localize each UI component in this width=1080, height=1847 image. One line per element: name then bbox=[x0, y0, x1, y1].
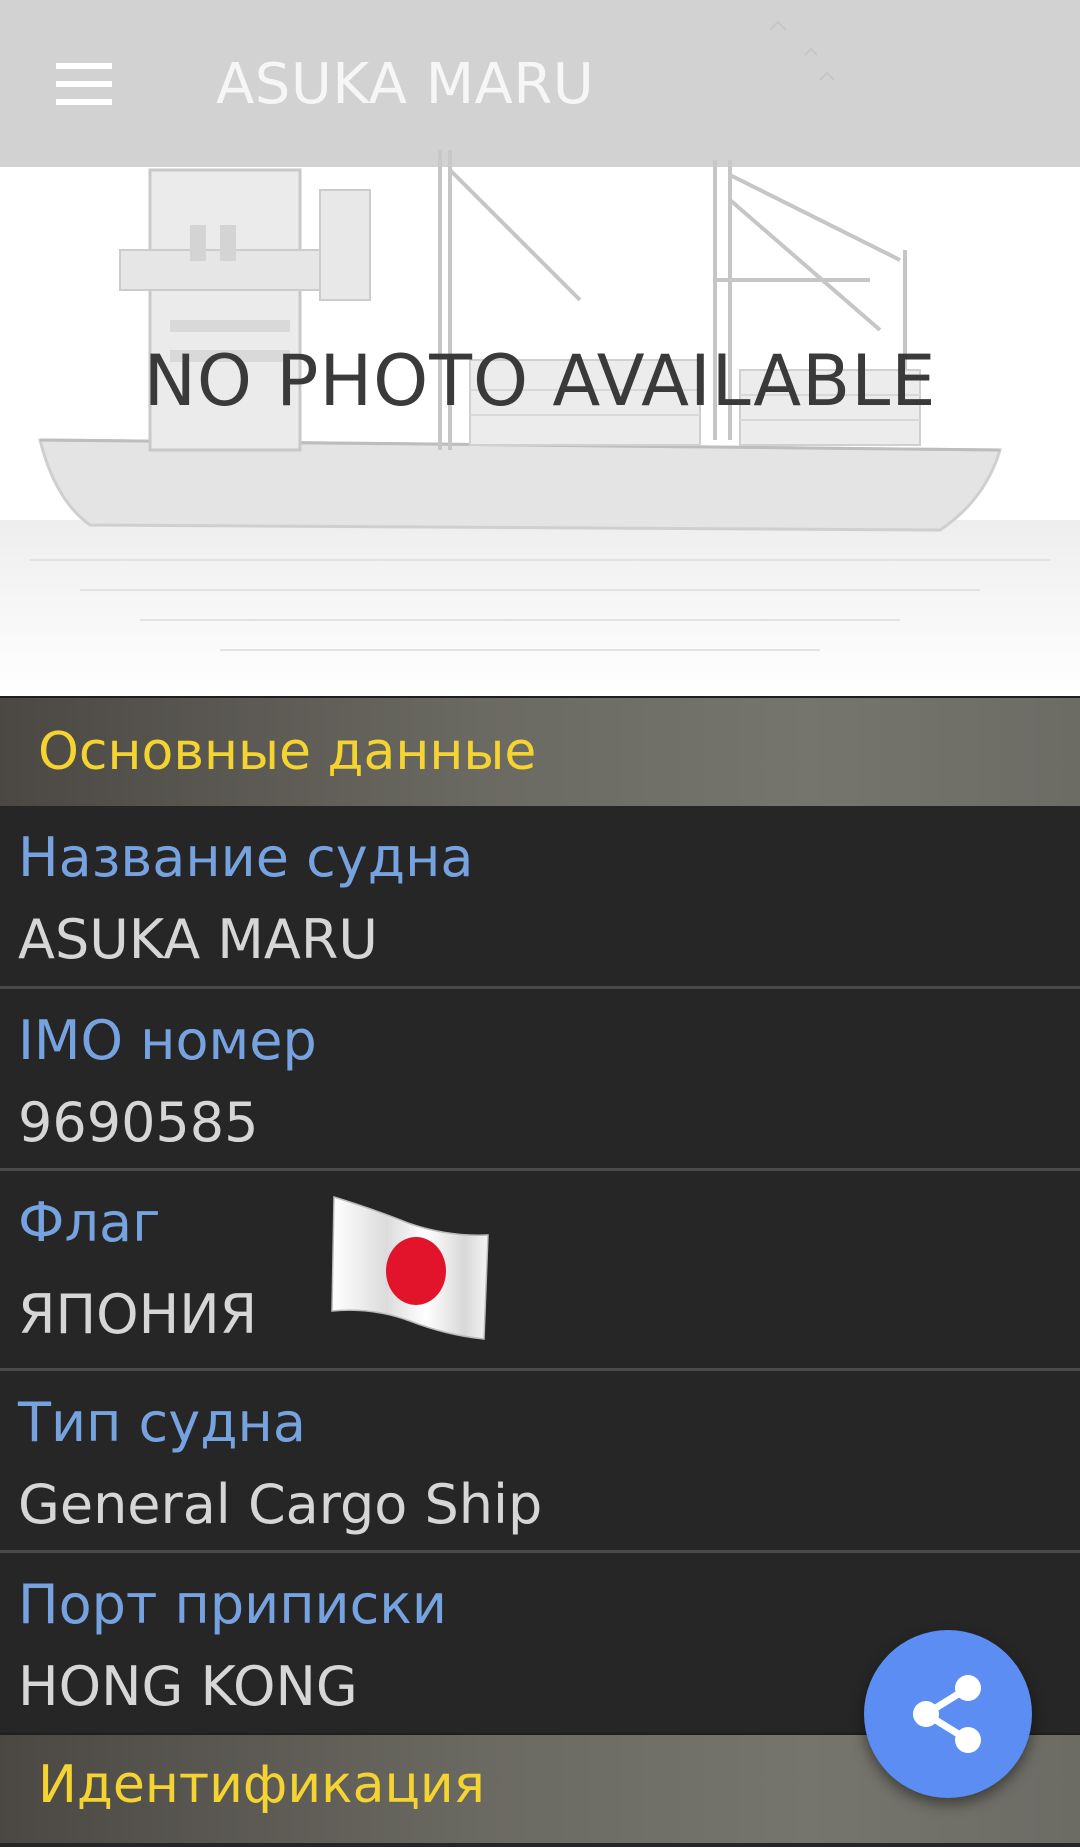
share-icon bbox=[913, 1675, 981, 1753]
section-title: Основные данные bbox=[38, 722, 537, 782]
field-value: ASUKA MARU bbox=[18, 908, 378, 971]
no-photo-label: NO PHOTO AVAILABLE bbox=[143, 340, 937, 422]
field-label: Флаг bbox=[18, 1191, 161, 1254]
app-toolbar: ASUKA MARU bbox=[0, 0, 1080, 167]
section-title: Идентификация bbox=[38, 1755, 485, 1815]
vessel-details-screen: NO PHOTO AVAILABLE ASUKA MARU Основные д… bbox=[0, 0, 1080, 1847]
field-value: 9690585 bbox=[18, 1091, 259, 1154]
info-row-vessel-name: Название судна ASUKA MARU bbox=[0, 806, 1080, 989]
share-button[interactable] bbox=[864, 1630, 1032, 1798]
field-label: Название судна bbox=[18, 826, 474, 889]
section-header-main: Основные данные bbox=[0, 696, 1080, 806]
info-row-vessel-type: Тип судна General Cargo Ship bbox=[0, 1371, 1080, 1553]
field-value: General Cargo Ship bbox=[18, 1473, 543, 1536]
field-value: ЯПОНИЯ bbox=[18, 1283, 258, 1346]
field-label: Тип судна bbox=[18, 1391, 306, 1454]
info-row-flag: Флаг ЯПОНИЯ bbox=[0, 1171, 1080, 1371]
toolbar-title: ASUKA MARU bbox=[216, 52, 595, 117]
info-row-imo-number: IMO номер 9690585 bbox=[0, 989, 1080, 1171]
field-label: IMO номер bbox=[18, 1009, 317, 1072]
hamburger-menu-icon[interactable] bbox=[40, 45, 126, 123]
field-value: HONG KONG bbox=[18, 1655, 358, 1718]
japan-flag-icon bbox=[331, 1195, 489, 1340]
field-label: Порт приписки bbox=[18, 1573, 448, 1636]
